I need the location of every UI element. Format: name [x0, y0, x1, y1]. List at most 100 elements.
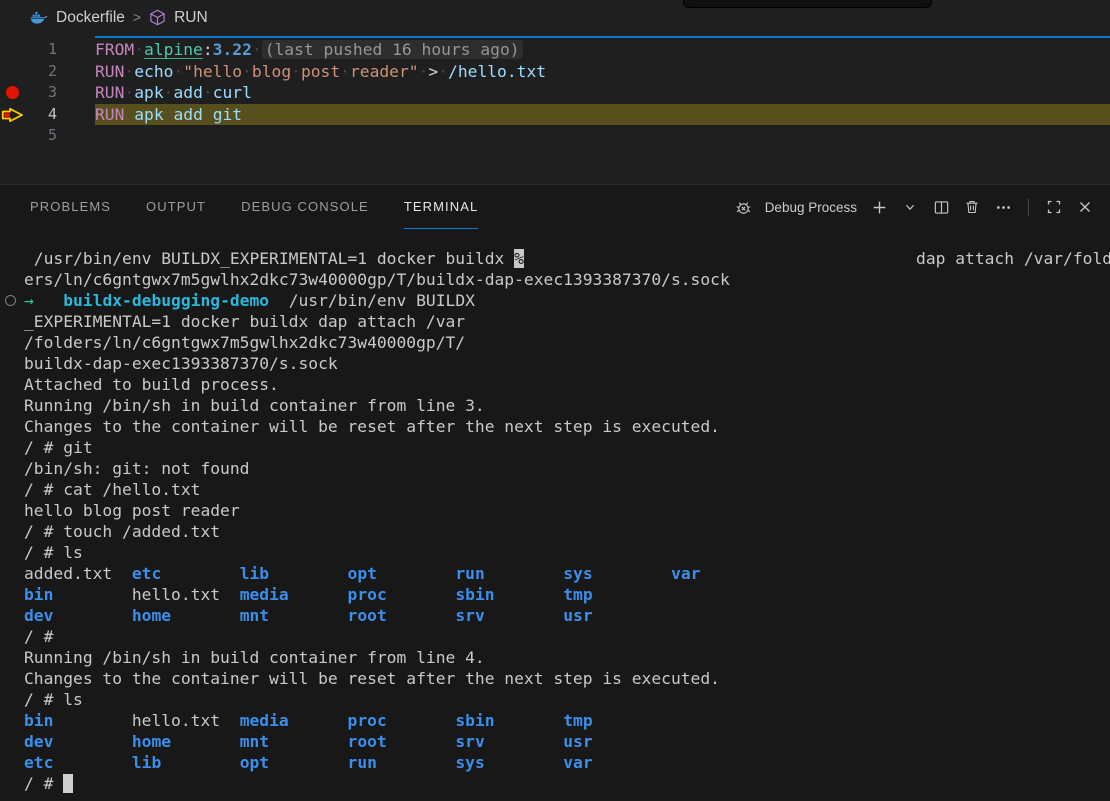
- breadcrumb-file[interactable]: Dockerfile: [56, 9, 125, 27]
- terminal-text: / #: [24, 627, 53, 646]
- panel-tabs: PROBLEMS OUTPUT DEBUG CONSOLE TERMINAL: [30, 185, 478, 229]
- terminal-instance-label[interactable]: Debug Process: [765, 200, 857, 215]
- split-terminal-icon[interactable]: [930, 196, 952, 218]
- terminal-text: [593, 564, 671, 583]
- breakpoint-icon[interactable]: [0, 82, 26, 104]
- terminal-text: ers/ln/c6gntgwx7m5gwlhx2dkc73w40000gp/T/…: [24, 270, 730, 289]
- command-decoration-icon[interactable]: [5, 295, 16, 306]
- panel-actions: Debug Process: [733, 196, 1096, 218]
- maximize-panel-icon[interactable]: [1043, 196, 1065, 218]
- terminal-text: srv: [455, 606, 484, 625]
- terminal-text: →: [24, 291, 34, 310]
- terminal-text: [269, 732, 347, 751]
- terminal-text: run: [348, 753, 377, 772]
- code-token: ·: [419, 62, 429, 81]
- terminal-text: /usr/bin/env BUILDX_EXPERIMENTAL=1 docke…: [24, 249, 514, 268]
- code-token: :: [203, 40, 213, 59]
- breadcrumb-symbol[interactable]: RUN: [174, 9, 208, 27]
- terminal-output[interactable]: /usr/bin/env BUILDX_EXPERIMENTAL=1 docke…: [0, 229, 1110, 801]
- terminal-text: Changes to the container will be reset a…: [24, 417, 720, 436]
- terminal-text: /folders/ln/c6gntgwx7m5gwlhx2dkc73w40000…: [24, 333, 465, 352]
- terminal-text: [161, 753, 239, 772]
- terminal-line: / # cat /hello.txt: [24, 479, 1110, 500]
- actions-divider: [1028, 199, 1029, 216]
- terminal-text: [524, 249, 916, 268]
- terminal-text: sbin: [455, 585, 494, 604]
- terminal-text: [387, 732, 456, 751]
- code-token: ·: [134, 40, 144, 59]
- terminal-line: bin hello.txt media proc sbin tmp: [24, 584, 1110, 605]
- terminal-text: hello.txt: [132, 585, 220, 604]
- panel-header: PROBLEMS OUTPUT DEBUG CONSOLE TERMINAL Debu…: [0, 185, 1110, 229]
- terminal-text: lib: [240, 564, 269, 583]
- terminal-line: /folders/ln/c6gntgwx7m5gwlhx2dkc73w40000…: [24, 332, 1110, 353]
- terminal-text: [495, 585, 564, 604]
- terminal-text: dev: [24, 732, 53, 751]
- code-line: 5: [0, 125, 1110, 147]
- terminal-text: [53, 732, 131, 751]
- terminal-text: [269, 291, 289, 310]
- terminal-text: %: [514, 249, 524, 268]
- terminal-text: [289, 585, 348, 604]
- tab-output[interactable]: OUTPUT: [146, 185, 206, 229]
- terminal-text: buildx-debugging-demo: [63, 291, 269, 310]
- tab-problems[interactable]: PROBLEMS: [30, 185, 111, 229]
- bug-debug-icon[interactable]: [733, 196, 755, 218]
- code-token: echo: [134, 62, 173, 81]
- code-token: /hello.txt: [448, 62, 546, 81]
- terminal-text: / # touch /added.txt: [24, 522, 220, 541]
- terminal-text: / # ls: [24, 543, 83, 562]
- terminal-text: [171, 606, 240, 625]
- terminal-line: ers/ln/c6gntgwx7m5gwlhx2dkc73w40000gp/T/…: [24, 269, 1110, 290]
- chevron-down-icon[interactable]: [899, 196, 921, 218]
- terminal-text: [220, 585, 240, 604]
- trash-icon[interactable]: [961, 196, 983, 218]
- terminal-text: sbin: [455, 711, 494, 730]
- code-line: 3RUN·apk·add·curl: [0, 82, 1110, 104]
- new-terminal-icon[interactable]: [868, 196, 890, 218]
- code-text: [95, 125, 1110, 147]
- terminal-line: Running /bin/sh in build container from …: [24, 647, 1110, 668]
- terminal-text: opt: [240, 753, 269, 772]
- terminal-text: Running /bin/sh in build container from …: [24, 648, 485, 667]
- terminal-text: Running /bin/sh in build container from …: [24, 396, 485, 415]
- block-cursor: [63, 774, 73, 793]
- more-actions-icon[interactable]: [992, 196, 1014, 218]
- editor-pane[interactable]: Dockerfile > RUN 1FROM·alpine:3.22·(last…: [0, 0, 1110, 184]
- code-token: FROM: [95, 40, 134, 59]
- terminal-text: [269, 564, 347, 583]
- terminal-line: _EXPERIMENTAL=1 docker buildx dap attach…: [24, 311, 1110, 332]
- terminal-text: dev: [24, 606, 53, 625]
- terminal-text: [485, 753, 563, 772]
- terminal-text: [387, 711, 456, 730]
- code-token: ·: [124, 62, 134, 81]
- terminal-text: bin: [24, 711, 53, 730]
- code-token: ·: [173, 62, 183, 81]
- code-token: "hello·blog·post·reader": [183, 62, 418, 81]
- docker-whale-icon: [30, 11, 48, 25]
- close-panel-icon[interactable]: [1074, 196, 1096, 218]
- terminal-line: → buildx-debugging-demo /usr/bin/env BUI…: [24, 290, 1110, 311]
- terminal-line: added.txt etc lib opt run sys var: [24, 563, 1110, 584]
- code-token: ·: [438, 62, 448, 81]
- terminal-text: home: [132, 606, 171, 625]
- terminal-text: hello.txt: [132, 711, 220, 730]
- glyph-margin: [0, 39, 26, 61]
- breadcrumb[interactable]: Dockerfile > RUN: [0, 0, 1110, 35]
- terminal-text: media: [240, 585, 289, 604]
- tab-terminal[interactable]: TERMINAL: [404, 185, 479, 229]
- terminal-text: [171, 732, 240, 751]
- terminal-text: etc: [24, 753, 53, 772]
- code-token: RUN: [95, 83, 124, 102]
- terminal-line: Attached to build process.: [24, 374, 1110, 395]
- terminal-text: / # cat /hello.txt: [24, 480, 200, 499]
- terminal-text: var: [671, 564, 700, 583]
- terminal-text: root: [348, 732, 387, 751]
- cube-symbol-icon: [149, 9, 166, 26]
- terminal-text: / # git: [24, 438, 93, 457]
- terminal-text: [485, 732, 563, 751]
- terminal-line: Changes to the container will be reset a…: [24, 668, 1110, 689]
- debug-current-line-icon[interactable]: [0, 104, 26, 126]
- terminal-text: usr: [563, 606, 592, 625]
- tab-debug-console[interactable]: DEBUG CONSOLE: [241, 185, 369, 229]
